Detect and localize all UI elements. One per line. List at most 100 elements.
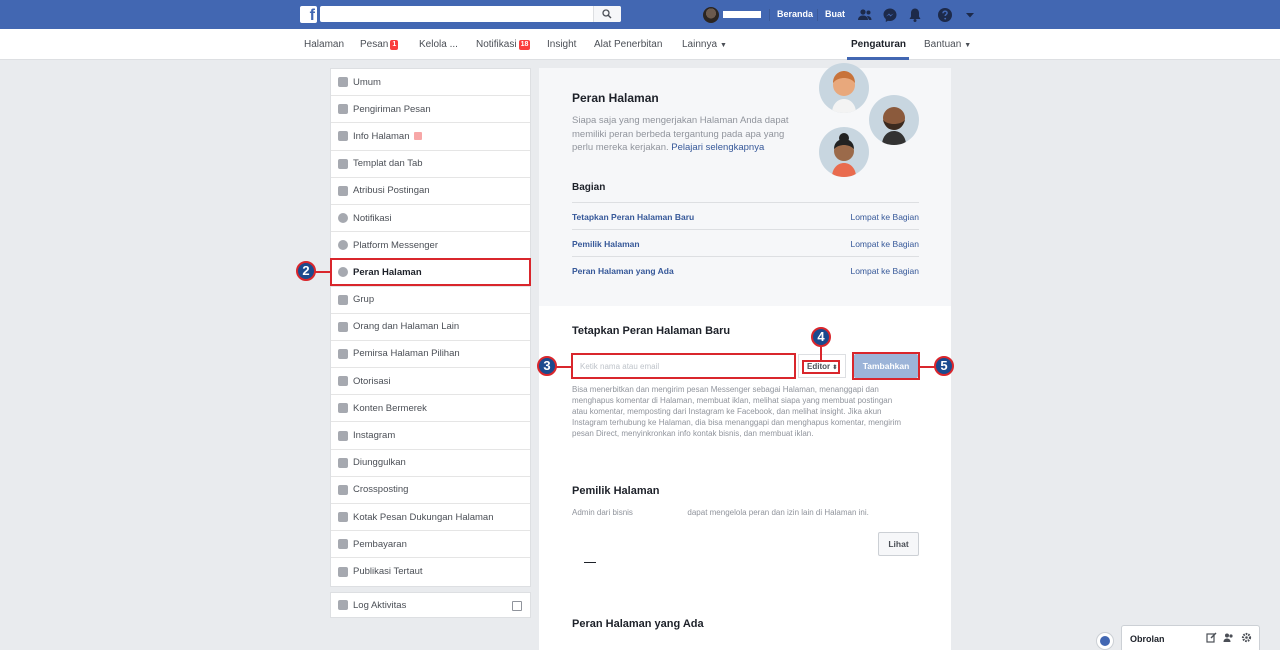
compose-icon[interactable]: [1206, 632, 1217, 643]
highlight-input: [571, 353, 796, 379]
caret-down-icon: ▼: [964, 42, 972, 49]
sidebar-item-preferred-audience[interactable]: Pemirsa Halaman Pilihan: [331, 341, 530, 369]
account-menu-caret-icon[interactable]: [962, 7, 978, 23]
dollar-icon: [338, 539, 348, 550]
sidebar-item-linked-publications[interactable]: Publikasi Tertaut: [331, 558, 530, 585]
open-link-icon: [512, 601, 522, 611]
facebook-logo[interactable]: f: [300, 6, 317, 23]
sidebar-item-label: Orang dan Halaman Lain: [353, 321, 460, 333]
gear-icon[interactable]: [1241, 632, 1252, 643]
sidebar-item-label: Grup: [353, 294, 375, 306]
sidebar-item-notifications[interactable]: Notifikasi: [331, 205, 530, 233]
sidebar-item-crossposting[interactable]: Crossposting: [331, 477, 530, 504]
sidebar-item-branded-content[interactable]: Konten Bermerek: [331, 395, 530, 423]
divider: [817, 9, 818, 21]
messenger-icon: [338, 240, 348, 251]
sidebar-item-label: Notifikasi: [353, 212, 392, 224]
sidebar-item-label: Diunggulkan: [353, 457, 406, 469]
highlight-page-roles: [330, 258, 531, 286]
sidebar-item-support-inbox[interactable]: Kotak Pesan Dukungan Halaman: [331, 504, 530, 532]
sidebar-item-label: Konten Bermerek: [353, 402, 427, 414]
jump-to-section-link[interactable]: Lompat ke Bagian: [850, 212, 919, 222]
help-question-icon[interactable]: [937, 7, 953, 23]
sidebar-item-authorizations[interactable]: Otorisasi: [331, 368, 530, 396]
nav-settings[interactable]: Pengaturan: [851, 39, 906, 50]
people-icon: [338, 348, 348, 359]
notifications-count-badge: 18: [518, 40, 531, 50]
top-bar: f Beranda Buat: [0, 0, 1280, 29]
alert-badge: [413, 132, 422, 141]
search-input[interactable]: [320, 6, 621, 22]
search-button[interactable]: [593, 6, 621, 22]
nav-help[interactable]: Bantuan ▼: [924, 39, 971, 50]
chat-bar[interactable]: Obrolan: [1121, 625, 1260, 650]
sidebar-item-payments[interactable]: Pembayaran: [331, 531, 530, 559]
sidebar-item-general[interactable]: Umum: [331, 69, 530, 97]
jump-to-section-link[interactable]: Lompat ke Bagian: [850, 239, 919, 249]
sidebar-item-post-attribution[interactable]: Atribusi Postingan: [331, 178, 530, 205]
section-link[interactable]: Peran Halaman yang Ada: [572, 266, 674, 276]
nav-more[interactable]: Lainnya ▼: [682, 39, 727, 50]
help-line: Bisa menerbitkan dan mengirim pesan Mess…: [572, 385, 879, 394]
sidebar-item-page-info[interactable]: Info Halaman: [331, 123, 530, 151]
nav-page[interactable]: Halaman: [304, 39, 344, 50]
jump-to-section-link[interactable]: Lompat ke Bagian: [850, 266, 919, 276]
sidebar-item-instagram[interactable]: Instagram: [331, 422, 530, 450]
sidebar-item-label: Kotak Pesan Dukungan Halaman: [353, 511, 494, 523]
sidebar-item-featured[interactable]: Diunggulkan: [331, 450, 530, 477]
notifications-bell-icon[interactable]: [907, 7, 923, 23]
sidebar-item-templates-tabs[interactable]: Templat dan Tab: [331, 151, 530, 178]
caret-down-icon: ▼: [720, 42, 727, 49]
sidebar-item-people-other-pages[interactable]: Orang dan Halaman Lain: [331, 314, 530, 341]
profile-name-redacted[interactable]: [723, 11, 761, 18]
divider: [769, 9, 770, 21]
flag-icon: [338, 185, 348, 196]
help-line: Instagram terhubung ke Halaman, dia bisa…: [572, 418, 902, 427]
sidebar-item-label: Publikasi Tertaut: [353, 566, 423, 578]
sidebar-item-label: Pemirsa Halaman Pilihan: [353, 348, 460, 360]
chat-globe-button[interactable]: [1096, 632, 1114, 650]
nav-messages[interactable]: Pesan 1: [360, 39, 399, 50]
create-link[interactable]: Buat: [825, 9, 845, 19]
friend-requests-icon[interactable]: [857, 7, 873, 23]
sidebar-item-label: Pengiriman Pesan: [353, 103, 431, 115]
activity-log-link[interactable]: Log Aktivitas: [330, 592, 531, 618]
nav-manage[interactable]: Kelola ...: [419, 39, 458, 50]
description-line: perlu mereka kerjakan. Pelajari selengka…: [572, 141, 802, 155]
sidebar-item-label: Pembayaran: [353, 538, 407, 550]
nav-publishing-tools[interactable]: Alat Penerbitan: [594, 39, 662, 50]
page-owner-description: Admin dari bisnis dapat mengelola peran …: [572, 508, 869, 517]
assign-role-heading: Tetapkan Peran Halaman Baru: [572, 325, 731, 337]
callout-line: [314, 271, 330, 273]
help-line: atau komentar, memposting dari Instagram…: [572, 407, 882, 416]
nav-notifications[interactable]: Notifikasi 18: [476, 39, 531, 50]
star-icon: [338, 457, 348, 468]
description-line: memiliki peran berbeda tergantung pada a…: [572, 128, 785, 140]
new-group-icon[interactable]: [1223, 632, 1234, 643]
section-link[interactable]: Pemilik Halaman: [572, 239, 640, 249]
chat-label: Obrolan: [1130, 634, 1165, 644]
description-text: perlu mereka kerjakan.: [572, 142, 669, 153]
section-link[interactable]: Tetapkan Peran Halaman Baru: [572, 212, 694, 222]
sections-heading: Bagian: [572, 182, 606, 193]
section-row: Tetapkan Peran Halaman Baru Lompat ke Ba…: [572, 202, 919, 229]
nav-label: Notifikasi: [476, 39, 517, 50]
learn-more-link[interactable]: Pelajari selengkapnya: [671, 142, 764, 153]
messenger-icon[interactable]: [882, 7, 898, 23]
callout-line: [556, 366, 571, 368]
sidebar-item-groups[interactable]: Grup: [331, 287, 530, 314]
sidebar-item-label: Atribusi Postingan: [353, 185, 430, 197]
page-owner-heading: Pemilik Halaman: [572, 485, 660, 497]
existing-roles-heading: Peran Halaman yang Ada: [572, 618, 704, 630]
home-link[interactable]: Beranda: [777, 9, 813, 19]
pencil-icon: [338, 131, 348, 142]
owner-desc-text: dapat mengelola peran dan izin lain di H…: [687, 508, 869, 517]
sidebar-item-messenger-platform[interactable]: Platform Messenger: [331, 232, 530, 260]
sidebar-item-messaging[interactable]: Pengiriman Pesan: [331, 96, 530, 124]
globe-icon: [338, 213, 348, 224]
nav-insights[interactable]: Insight: [547, 39, 576, 50]
view-owner-button[interactable]: Lihat: [878, 532, 919, 556]
profile-avatar[interactable]: [703, 7, 719, 23]
help-line: menghapus komentar di Halaman, membuat i…: [572, 396, 893, 405]
nav-label: Pesan: [360, 39, 389, 50]
